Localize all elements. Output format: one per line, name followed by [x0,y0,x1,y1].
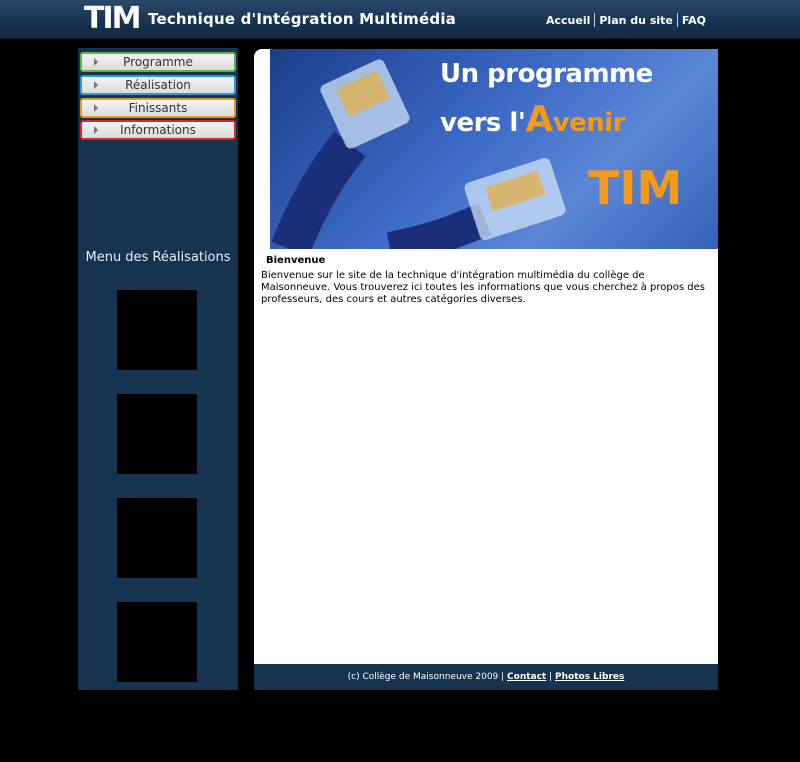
realisation-thumbnail[interactable] [117,394,197,474]
arrow-right-icon [94,58,98,66]
menu-programme[interactable]: Programme [80,52,236,72]
site-title: Technique d'Intégration Multimédia [148,10,456,28]
footer-copyright: (c) Collège de Maisonneuve 2009 | [347,672,508,682]
footer-contact-link[interactable]: Contact [507,672,546,682]
nav-plan-du-site[interactable]: Plan du site [595,14,677,27]
arrow-right-icon [94,126,98,134]
sidebar: Programme Réalisation Finissants Informa… [78,48,238,690]
realisations-menu-title: Menu des Réalisations [85,250,231,265]
realisation-thumbnail[interactable] [117,498,197,578]
footer-separator: | [546,672,556,682]
arrow-right-icon [94,104,98,112]
main-content: Un programme vers l'Avenir TIM Bienvenue… [254,49,718,664]
site-logo[interactable]: TIM [84,4,142,34]
menu-finissants[interactable]: Finissants [80,98,236,118]
realisation-thumbnail[interactable] [117,602,197,682]
hero-banner: Un programme vers l'Avenir TIM [270,49,718,249]
menu-label: Réalisation [125,78,191,92]
menu-informations[interactable]: Informations [80,120,236,140]
menu-realisation[interactable]: Réalisation [80,75,236,95]
site-footer: (c) Collège de Maisonneuve 2009 | Contac… [254,664,718,690]
banner-line-2-pre: vers l' [440,108,526,138]
nav-accueil[interactable]: Accueil [542,14,594,27]
footer-photos-link[interactable]: Photos Libres [555,672,624,682]
banner-line-2-post: venir [552,108,626,138]
nav-faq[interactable]: FAQ [678,14,710,27]
top-nav: Accueil Plan du site FAQ [542,13,710,27]
section-title: Bienvenue [266,255,326,266]
menu-label: Informations [120,123,196,137]
banner-line-2: vers l'Avenir [440,99,626,140]
banner-line-1: Un programme [440,59,653,89]
site-header: TIM Technique d'Intégration Multimédia A… [0,0,800,39]
banner-tim: TIM [588,161,683,215]
intro-text: Bienvenue sur le site de la technique d'… [261,270,705,305]
banner-initial-a: A [525,99,553,140]
menu-label: Programme [123,55,193,69]
menu-label: Finissants [128,101,188,115]
realisation-thumbnail[interactable] [117,290,197,370]
arrow-right-icon [94,81,98,89]
